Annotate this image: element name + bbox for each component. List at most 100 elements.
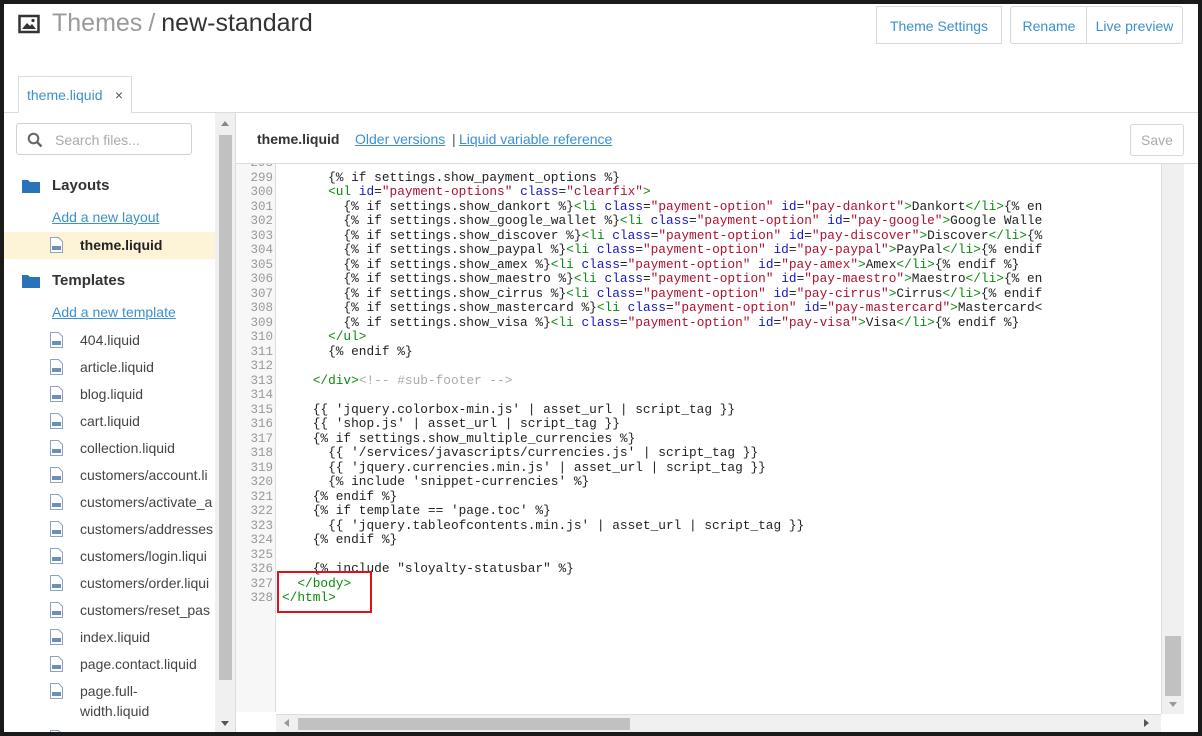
code-line[interactable]: {{ '/services/javascripts/currencies.js'… — [282, 445, 758, 461]
older-versions-link[interactable]: Older versions — [355, 131, 445, 147]
file-item[interactable]: article.liquid — [4, 354, 215, 381]
code-line[interactable]: {{ 'shop.js' | asset_url | script_tag }} — [282, 416, 620, 432]
line-number: 305 — [250, 257, 273, 272]
line-number: 304 — [250, 243, 273, 257]
code-line[interactable]: {{ 'jquery.tableofcontents.min.js' | ass… — [282, 518, 804, 534]
code-line[interactable]: {% endif %} — [282, 532, 398, 548]
variable-reference-link[interactable]: Liquid variable reference — [459, 131, 612, 147]
scroll-left-icon[interactable] — [284, 719, 289, 727]
scrollbar-thumb[interactable] — [219, 135, 232, 680]
line-number: 328 — [250, 591, 273, 605]
line-number: 323 — [250, 518, 273, 533]
code-line[interactable]: {% include 'snippet-currencies' %} — [282, 474, 589, 490]
code-line[interactable]: {% if template == 'page.toc' %} — [282, 503, 551, 519]
code-line[interactable]: {{ 'jquery.colorbox-min.js' | asset_url … — [282, 402, 735, 418]
add-layout-link[interactable]: Add a new layout — [52, 209, 159, 225]
sidebar-scrollbar[interactable] — [215, 113, 236, 732]
page-header: Themes / new-standard Theme Settings Renam… — [4, 4, 1198, 56]
scrollbar-thumb[interactable] — [1165, 636, 1181, 696]
file-item[interactable]: customers/login.liqui — [4, 543, 215, 570]
file-icon — [50, 440, 63, 456]
editor-vertical-scrollbar[interactable] — [1161, 164, 1184, 714]
code-line[interactable]: {% endif %} — [282, 344, 413, 360]
file-icon — [50, 237, 63, 253]
code-line[interactable]: {{ 'jquery.currencies.min.js' | asset_ur… — [282, 460, 766, 476]
code-line[interactable]: {% if settings.show_dankort %}<li class=… — [282, 199, 1042, 215]
code-editor[interactable]: {% if settings.show_payment_options %} <… — [276, 164, 1158, 712]
code-line[interactable]: {% if settings.show_discover %}<li class… — [282, 228, 1042, 244]
file-item[interactable]: customers/addresses — [4, 516, 215, 543]
code-line[interactable]: {% if settings.show_multiple_currencies … — [282, 431, 636, 447]
scrollbar-thumb[interactable] — [298, 718, 630, 730]
search-input[interactable] — [53, 129, 187, 151]
line-number: 300 — [250, 185, 273, 199]
highlight-box — [277, 571, 372, 613]
file-sidebar: Layouts Add a new layout theme.liquid Te… — [4, 113, 216, 732]
file-item[interactable]: page.liquid — [4, 725, 215, 732]
line-number: 313 — [250, 373, 273, 388]
line-number: 318 — [250, 446, 273, 460]
file-item-theme-liquid[interactable]: theme.liquid — [4, 232, 215, 259]
file-item[interactable]: cart.liquid — [4, 408, 215, 435]
editor-filename: theme.liquid — [257, 131, 340, 147]
image-icon — [18, 14, 40, 34]
file-item[interactable]: width.liquid — [4, 698, 215, 725]
rename-button[interactable]: Rename — [1010, 6, 1087, 44]
file-name: theme.liquid — [80, 237, 163, 253]
code-line[interactable]: {% if settings.show_mastercard %}<li cla… — [282, 300, 1042, 316]
theme-settings-button[interactable]: Theme Settings — [876, 6, 1002, 44]
file-name: blog.liquid — [80, 386, 144, 402]
file-item[interactable]: index.liquid — [4, 624, 215, 651]
file-item[interactable]: collection.liquid — [4, 435, 215, 462]
code-line[interactable]: {% if settings.show_google_wallet %}<li … — [282, 213, 1042, 229]
line-number: 301 — [250, 199, 273, 214]
file-name: customers/reset_pas — [80, 602, 210, 618]
code-line[interactable]: {% if settings.show_visa %}<li class="pa… — [282, 315, 1019, 331]
file-item[interactable]: customers/account.li — [4, 462, 215, 489]
editor-horizontal-scrollbar[interactable] — [276, 714, 1161, 732]
save-button[interactable]: Save — [1130, 124, 1184, 156]
tab-theme-liquid[interactable]: theme.liquid × — [18, 76, 132, 113]
code-line[interactable]: {% endif %} — [282, 489, 398, 505]
file-item[interactable]: 404.liquid — [4, 327, 215, 354]
scroll-up-icon[interactable] — [221, 121, 229, 126]
code-line[interactable]: {% if settings.show_paypal %}<li class="… — [282, 242, 1042, 258]
file-icon — [50, 494, 63, 510]
line-number: 320 — [250, 475, 273, 489]
link-separator: | — [452, 131, 456, 147]
search-box[interactable] — [16, 123, 192, 155]
file-item[interactable]: customers/activate_a — [4, 489, 215, 516]
file-name: customers/order.liqui — [80, 575, 210, 591]
file-item[interactable]: customers/reset_pas — [4, 597, 215, 624]
line-number: 299 — [250, 170, 273, 185]
code-line[interactable]: </div><!-- #sub-footer --> — [282, 373, 513, 389]
code-line[interactable]: {% if settings.show_cirrus %}<li class="… — [282, 286, 1042, 302]
breadcrumb-themes[interactable]: Themes — [52, 9, 142, 37]
breadcrumb-separator: / — [148, 9, 156, 37]
file-item[interactable]: blog.liquid — [4, 381, 215, 408]
file-icon — [50, 386, 63, 402]
folder-icon — [22, 275, 40, 288]
code-line[interactable]: {% if settings.show_maestro %}<li class=… — [282, 271, 1042, 287]
file-name: collection.liquid — [80, 440, 175, 456]
line-number: 312 — [250, 359, 273, 373]
live-preview-button[interactable]: Live preview — [1086, 6, 1183, 44]
line-number: 325 — [250, 547, 273, 562]
line-number: 308 — [250, 301, 273, 315]
close-icon[interactable]: × — [115, 77, 123, 113]
code-line[interactable]: {% if settings.show_payment_options %} — [282, 170, 620, 186]
file-item[interactable]: page.contact.liquid — [4, 651, 215, 678]
file-icon — [50, 521, 63, 537]
scroll-down-icon[interactable] — [221, 721, 229, 726]
code-line[interactable]: <ul id="payment-options" class="clearfix… — [282, 184, 651, 200]
code-line[interactable]: </ul> — [282, 329, 366, 345]
code-line[interactable]: {% if settings.show_amex %}<li class="pa… — [282, 257, 1019, 273]
line-number: 302 — [250, 214, 273, 228]
line-number: 317 — [250, 431, 273, 446]
scroll-down-icon[interactable] — [1169, 702, 1177, 707]
file-name: customers/activate_a — [80, 494, 213, 510]
file-item[interactable]: customers/order.liqui — [4, 570, 215, 597]
add-template-link[interactable]: Add a new template — [52, 304, 176, 320]
scroll-right-icon[interactable] — [1144, 719, 1149, 727]
line-number: 319 — [250, 460, 273, 475]
